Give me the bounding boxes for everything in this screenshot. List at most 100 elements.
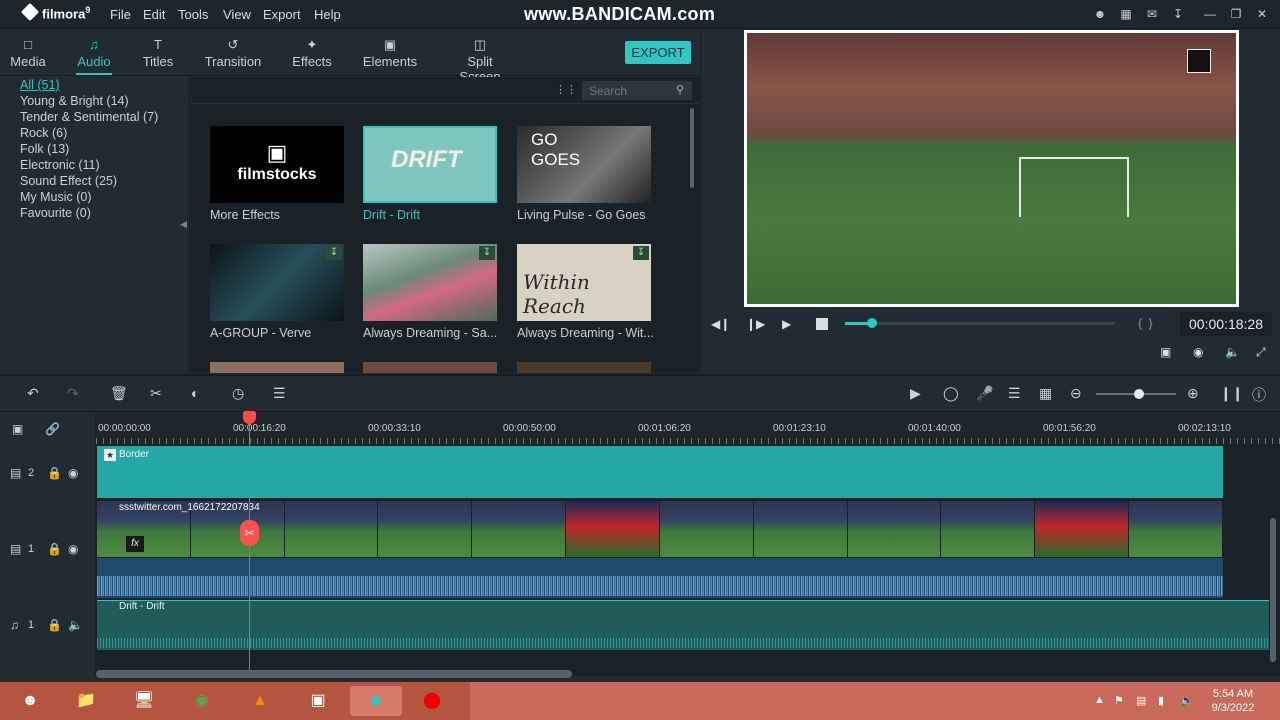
library-item-label[interactable]: More Effects xyxy=(210,208,280,222)
speed-icon[interactable]: ◐ xyxy=(191,385,199,401)
computer-icon[interactable]: 🖥 xyxy=(128,686,160,716)
redo-icon[interactable]: ↷ xyxy=(67,385,79,402)
eye-icon[interactable]: ◉ xyxy=(68,466,78,480)
render-icon[interactable]: ▶ xyxy=(910,385,921,402)
marker-icon[interactable]: ◯ xyxy=(943,385,959,402)
start-mask-icon[interactable]: ☻ xyxy=(14,686,46,716)
library-item-label[interactable]: Living Pulse - Go Goes xyxy=(517,208,646,222)
collapse-panel-icon[interactable]: ◀ xyxy=(180,219,187,230)
tray-network-icon[interactable]: ▤ xyxy=(1136,694,1146,707)
category-item[interactable]: Rock (6) xyxy=(20,126,67,140)
library-thumb-partial[interactable] xyxy=(210,362,344,373)
bandicam-record-icon[interactable]: ⬤ xyxy=(416,686,448,716)
play-icon[interactable]: ▶ xyxy=(782,317,791,331)
voiceover-icon[interactable]: ☰ xyxy=(1008,385,1021,402)
library-scrollbar[interactable] xyxy=(690,108,694,188)
save-icon[interactable]: ▦ xyxy=(1117,6,1135,22)
video-preview[interactable] xyxy=(744,30,1239,307)
library-thumb[interactable] xyxy=(210,244,344,321)
category-item[interactable]: Tender & Sentimental (7) xyxy=(20,110,158,124)
category-item[interactable]: My Music (0) xyxy=(20,190,92,204)
menu-help[interactable]: Help xyxy=(314,7,341,22)
vlc-icon[interactable]: ▲ xyxy=(244,686,276,716)
adjust-icon[interactable]: ☰ xyxy=(273,385,286,402)
tab-titles[interactable]: T Titles xyxy=(138,30,178,74)
library-thumb[interactable] xyxy=(363,244,497,321)
menu-edit[interactable]: Edit xyxy=(143,7,165,22)
link-icon[interactable]: 🔗 xyxy=(45,422,60,436)
preview-scrubber[interactable] xyxy=(845,322,1115,325)
scissors-icon[interactable]: ✂ xyxy=(240,520,259,546)
cut-icon[interactable]: ✂ xyxy=(150,385,162,402)
tab-split-screen[interactable]: ◫Split Screen xyxy=(447,30,513,85)
library-thumb[interactable]: GO GOES xyxy=(517,126,651,203)
timeline-vertical-scrollbar[interactable] xyxy=(1270,518,1276,662)
stop-icon[interactable] xyxy=(816,318,828,330)
library-thumb-selected[interactable]: DRIFT xyxy=(363,126,497,203)
snap-icon[interactable]: ▦ xyxy=(1039,385,1052,402)
library-item-label[interactable]: Always Dreaming - Sa... xyxy=(363,326,497,340)
duration-icon[interactable]: ◷ xyxy=(232,385,244,402)
fx-icon[interactable]: fx xyxy=(126,536,144,552)
library-thumb[interactable]: Within Reach xyxy=(517,244,651,321)
menu-tools[interactable]: Tools xyxy=(178,7,208,22)
download-icon[interactable]: ↧ xyxy=(479,246,495,260)
zoom-out-icon[interactable]: ⊖ xyxy=(1070,385,1082,402)
library-thumb-partial[interactable] xyxy=(363,362,497,373)
export-button[interactable]: EXPORT xyxy=(625,41,691,64)
lock-icon[interactable]: 🔒 xyxy=(47,618,62,632)
tab-audio[interactable]: ♫ Audio xyxy=(74,30,114,74)
video-clip[interactable] xyxy=(97,501,1223,557)
undo-icon[interactable]: ↶ xyxy=(27,385,39,402)
tab-media[interactable]: □ Media xyxy=(8,30,48,74)
library-thumb[interactable]: ▣ filmstocks xyxy=(210,126,344,203)
playhead-handle[interactable] xyxy=(243,411,256,424)
tray-volume-icon[interactable]: 🔈 xyxy=(1180,694,1194,707)
prev-frame-icon[interactable]: ◀❙ xyxy=(711,317,730,331)
fullscreen-overlay-icon[interactable] xyxy=(1187,49,1211,73)
zoom-in-icon[interactable]: ⊕ xyxy=(1187,385,1199,402)
download-icon[interactable]: ↧ xyxy=(326,246,342,260)
category-item[interactable]: Young & Bright (14) xyxy=(20,94,129,108)
timeline-horizontal-scrollbar[interactable] xyxy=(96,670,572,678)
category-item[interactable]: Electronic (11) xyxy=(20,158,100,172)
display-settings-icon[interactable]: ▣ xyxy=(1160,345,1171,359)
library-item-label[interactable]: A-GROUP - Verve xyxy=(210,326,311,340)
minimize-icon[interactable]: — xyxy=(1201,6,1219,22)
fullscreen-icon[interactable]: ⤢ xyxy=(1256,345,1266,360)
scrubber-handle[interactable] xyxy=(867,318,877,328)
taskbar-clock[interactable]: 5:54 AM 9/3/2022 xyxy=(1198,687,1268,715)
grid-view-icon[interactable]: ⋮⋮ xyxy=(555,84,577,96)
step-play-icon[interactable]: ❙▶ xyxy=(746,317,765,331)
tab-effects[interactable]: ✦ Effects xyxy=(289,30,335,74)
mail-icon[interactable]: ✉ xyxy=(1143,6,1161,22)
category-item[interactable]: All (51) xyxy=(20,78,60,92)
menu-export[interactable]: Export xyxy=(263,7,301,22)
snapshot-icon[interactable]: ◉ xyxy=(1193,345,1203,359)
library-thumb-partial[interactable] xyxy=(517,362,651,373)
volume-icon[interactable]: 🔈 xyxy=(1225,345,1240,359)
close-icon[interactable]: ✕ xyxy=(1253,6,1271,22)
restore-icon[interactable]: ❐ xyxy=(1227,6,1245,22)
search-icon[interactable]: ⚲ xyxy=(676,83,684,96)
download-icon[interactable]: ↧ xyxy=(633,246,649,260)
help-icon[interactable]: ⓘ xyxy=(1252,385,1266,405)
columns-icon[interactable]: ❙❙ xyxy=(1220,385,1243,402)
mark-in-out-icon[interactable]: { } xyxy=(1138,316,1153,330)
library-item-label[interactable]: Always Dreaming - Wit... xyxy=(517,326,654,340)
eye-icon[interactable]: ◉ xyxy=(68,542,78,556)
menu-view[interactable]: View xyxy=(223,7,251,22)
tray-chevron-icon[interactable]: ▲ xyxy=(1094,694,1105,706)
account-icon[interactable]: ☻ xyxy=(1091,6,1109,22)
filmora-taskbar-icon[interactable]: ◆ xyxy=(350,686,402,716)
category-item[interactable]: Sound Effect (25) xyxy=(20,174,117,188)
media-player-classic-icon[interactable]: ▣ xyxy=(302,686,334,716)
add-track-icon[interactable]: ▣ xyxy=(12,422,23,436)
file-explorer-icon[interactable]: 📁 xyxy=(70,686,102,716)
tray-battery-icon[interactable]: ▮ xyxy=(1158,694,1164,707)
border-clip[interactable] xyxy=(97,446,1223,498)
microphone-icon[interactable]: 🎤 xyxy=(976,385,993,402)
category-item[interactable]: Favourite (0) xyxy=(20,206,91,220)
zoom-handle[interactable] xyxy=(1134,389,1144,399)
category-item[interactable]: Folk (13) xyxy=(20,142,69,156)
